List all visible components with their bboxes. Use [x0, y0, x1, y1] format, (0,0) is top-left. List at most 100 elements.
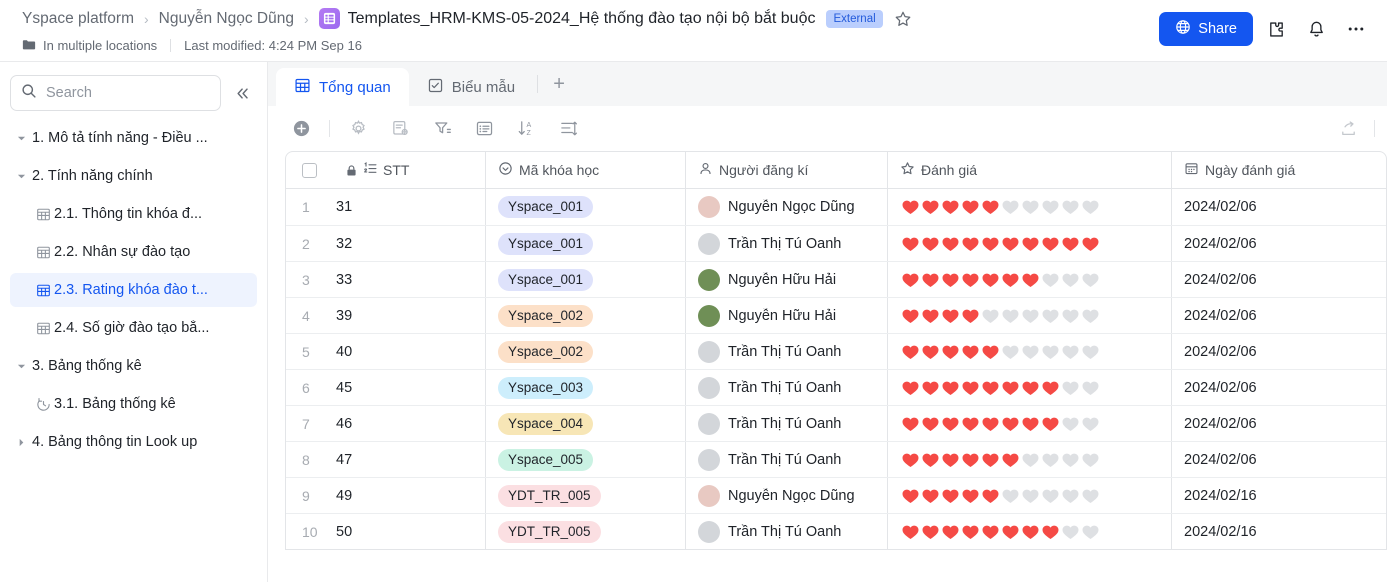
heart-icon[interactable]: [1062, 344, 1079, 360]
cell-nguoi-dang-ki[interactable]: Nguyễn Ngọc Dũng: [686, 189, 888, 225]
heart-icon[interactable]: [1082, 488, 1099, 504]
cell-ma-khoa-hoc[interactable]: Yspace_002: [486, 298, 686, 333]
heart-icon[interactable]: [1062, 452, 1079, 468]
heart-icon[interactable]: [1042, 380, 1059, 396]
cell-ma-khoa-hoc[interactable]: Yspace_005: [486, 442, 686, 477]
sidebar-item-2[interactable]: 2. Tính năng chính: [10, 159, 257, 193]
heart-icon[interactable]: [1002, 524, 1019, 540]
cell-danh-gia[interactable]: [888, 262, 1172, 297]
heart-icon[interactable]: [1042, 416, 1059, 432]
cell-nguoi-dang-ki[interactable]: Nguyễn Hữu Hải: [686, 298, 888, 333]
table-row[interactable]: 7 46 Yspace_004 Trần Thị Tú Oanh 2024/02/06: [286, 405, 1386, 441]
heart-icon[interactable]: [902, 308, 919, 324]
add-record-button[interactable]: [285, 113, 317, 145]
cell-danh-gia[interactable]: [888, 442, 1172, 477]
heart-icon[interactable]: [942, 272, 959, 288]
sidebar-item-6[interactable]: 2.4. Số giờ đào tạo bắ...: [10, 311, 257, 345]
cell-stt[interactable]: 6 45: [286, 370, 486, 405]
heart-icon[interactable]: [1082, 452, 1099, 468]
cell-ngay-danh-gia[interactable]: 2024/02/06: [1172, 406, 1386, 441]
cell-danh-gia[interactable]: [888, 370, 1172, 405]
cell-stt[interactable]: 8 47: [286, 442, 486, 477]
heart-icon[interactable]: [902, 488, 919, 504]
heart-icon[interactable]: [942, 199, 959, 215]
heart-icon[interactable]: [1042, 308, 1059, 324]
heart-icon[interactable]: [1062, 199, 1079, 215]
column-header-nguoi-dang-ki[interactable]: Người đăng kí: [686, 152, 888, 188]
heart-icon[interactable]: [1002, 488, 1019, 504]
cell-ngay-danh-gia[interactable]: 2024/02/16: [1172, 478, 1386, 513]
cell-ngay-danh-gia[interactable]: 2024/02/06: [1172, 442, 1386, 477]
heart-icon[interactable]: [1002, 236, 1019, 252]
cell-ma-khoa-hoc[interactable]: Yspace_002: [486, 334, 686, 369]
heart-icon[interactable]: [902, 416, 919, 432]
cell-danh-gia[interactable]: [888, 334, 1172, 369]
heart-icon[interactable]: [942, 416, 959, 432]
field-settings-icon[interactable]: [384, 113, 416, 145]
cell-stt[interactable]: 2 32: [286, 226, 486, 261]
heart-icon[interactable]: [1062, 236, 1079, 252]
heart-icon[interactable]: [982, 380, 999, 396]
column-header-ma-khoa-hoc[interactable]: Mã khóa học: [486, 152, 686, 188]
heart-icon[interactable]: [962, 308, 979, 324]
heart-icon[interactable]: [922, 488, 939, 504]
cell-ngay-danh-gia[interactable]: 2024/02/06: [1172, 189, 1386, 225]
heart-icon[interactable]: [1002, 344, 1019, 360]
heart-icon[interactable]: [1042, 452, 1059, 468]
heart-icon[interactable]: [982, 416, 999, 432]
heart-icon[interactable]: [942, 236, 959, 252]
cell-stt[interactable]: 1 31: [286, 189, 486, 225]
heart-icon[interactable]: [1082, 416, 1099, 432]
cell-ngay-danh-gia[interactable]: 2024/02/06: [1172, 334, 1386, 369]
sidebar-item-7[interactable]: 3. Bảng thống kê: [10, 349, 257, 383]
heart-icon[interactable]: [962, 416, 979, 432]
heart-icon[interactable]: [1022, 416, 1039, 432]
share-export-icon[interactable]: [1332, 112, 1364, 144]
heart-icon[interactable]: [982, 236, 999, 252]
cell-ma-khoa-hoc[interactable]: Yspace_001: [486, 189, 686, 225]
heart-icon[interactable]: [1022, 524, 1039, 540]
heart-icon[interactable]: [982, 272, 999, 288]
heart-icon[interactable]: [1082, 344, 1099, 360]
heart-icon[interactable]: [1082, 380, 1099, 396]
heart-icon[interactable]: [922, 199, 939, 215]
breadcrumb-item-user[interactable]: Nguyễn Ngọc Dũng: [159, 10, 294, 28]
heart-icon[interactable]: [1062, 272, 1079, 288]
heart-icon[interactable]: [922, 308, 939, 324]
settings-button[interactable]: [342, 113, 374, 145]
heart-icon[interactable]: [922, 380, 939, 396]
breadcrumb-item-workspace[interactable]: Yspace platform: [22, 10, 134, 28]
cell-stt[interactable]: 3 33: [286, 262, 486, 297]
table-row[interactable]: 8 47 Yspace_005 Trần Thị Tú Oanh 2024/02/06: [286, 441, 1386, 477]
double-chevron-left-icon[interactable]: [229, 80, 255, 106]
star-outline-icon[interactable]: [894, 10, 912, 28]
table-row[interactable]: 10 50 YDT_TR_005 Trần Thị Tú Oanh 2024/02/16: [286, 513, 1386, 549]
sidebar-item-9[interactable]: 4. Bảng thông tin Look up: [10, 425, 257, 459]
heart-icon[interactable]: [982, 452, 999, 468]
column-header-ngay-danh-gia[interactable]: Ngày đánh giá: [1172, 152, 1386, 188]
heart-icon[interactable]: [922, 236, 939, 252]
cell-danh-gia[interactable]: [888, 406, 1172, 441]
tab-bieu-mau[interactable]: Biểu mẫu: [409, 68, 533, 106]
cell-danh-gia[interactable]: [888, 514, 1172, 549]
chevron-right-icon[interactable]: [10, 438, 32, 447]
sidebar-item-5[interactable]: 2.3. Rating khóa đào t...: [10, 273, 257, 307]
heart-icon[interactable]: [1022, 272, 1039, 288]
cell-ma-khoa-hoc[interactable]: YDT_TR_005: [486, 478, 686, 513]
heart-icon[interactable]: [1062, 380, 1079, 396]
heart-icon[interactable]: [1062, 416, 1079, 432]
chevron-down-icon[interactable]: [10, 134, 32, 143]
heart-icon[interactable]: [922, 416, 939, 432]
heart-icon[interactable]: [1022, 452, 1039, 468]
puzzle-icon[interactable]: [1259, 12, 1293, 46]
heart-icon[interactable]: [1042, 272, 1059, 288]
heart-icon[interactable]: [902, 524, 919, 540]
heart-icon[interactable]: [902, 380, 919, 396]
cell-stt[interactable]: 4 39: [286, 298, 486, 333]
heart-icon[interactable]: [1082, 199, 1099, 215]
heart-icon[interactable]: [962, 344, 979, 360]
heart-icon[interactable]: [922, 452, 939, 468]
heart-icon[interactable]: [1022, 380, 1039, 396]
heart-icon[interactable]: [1002, 380, 1019, 396]
list-view-icon[interactable]: [468, 113, 500, 145]
